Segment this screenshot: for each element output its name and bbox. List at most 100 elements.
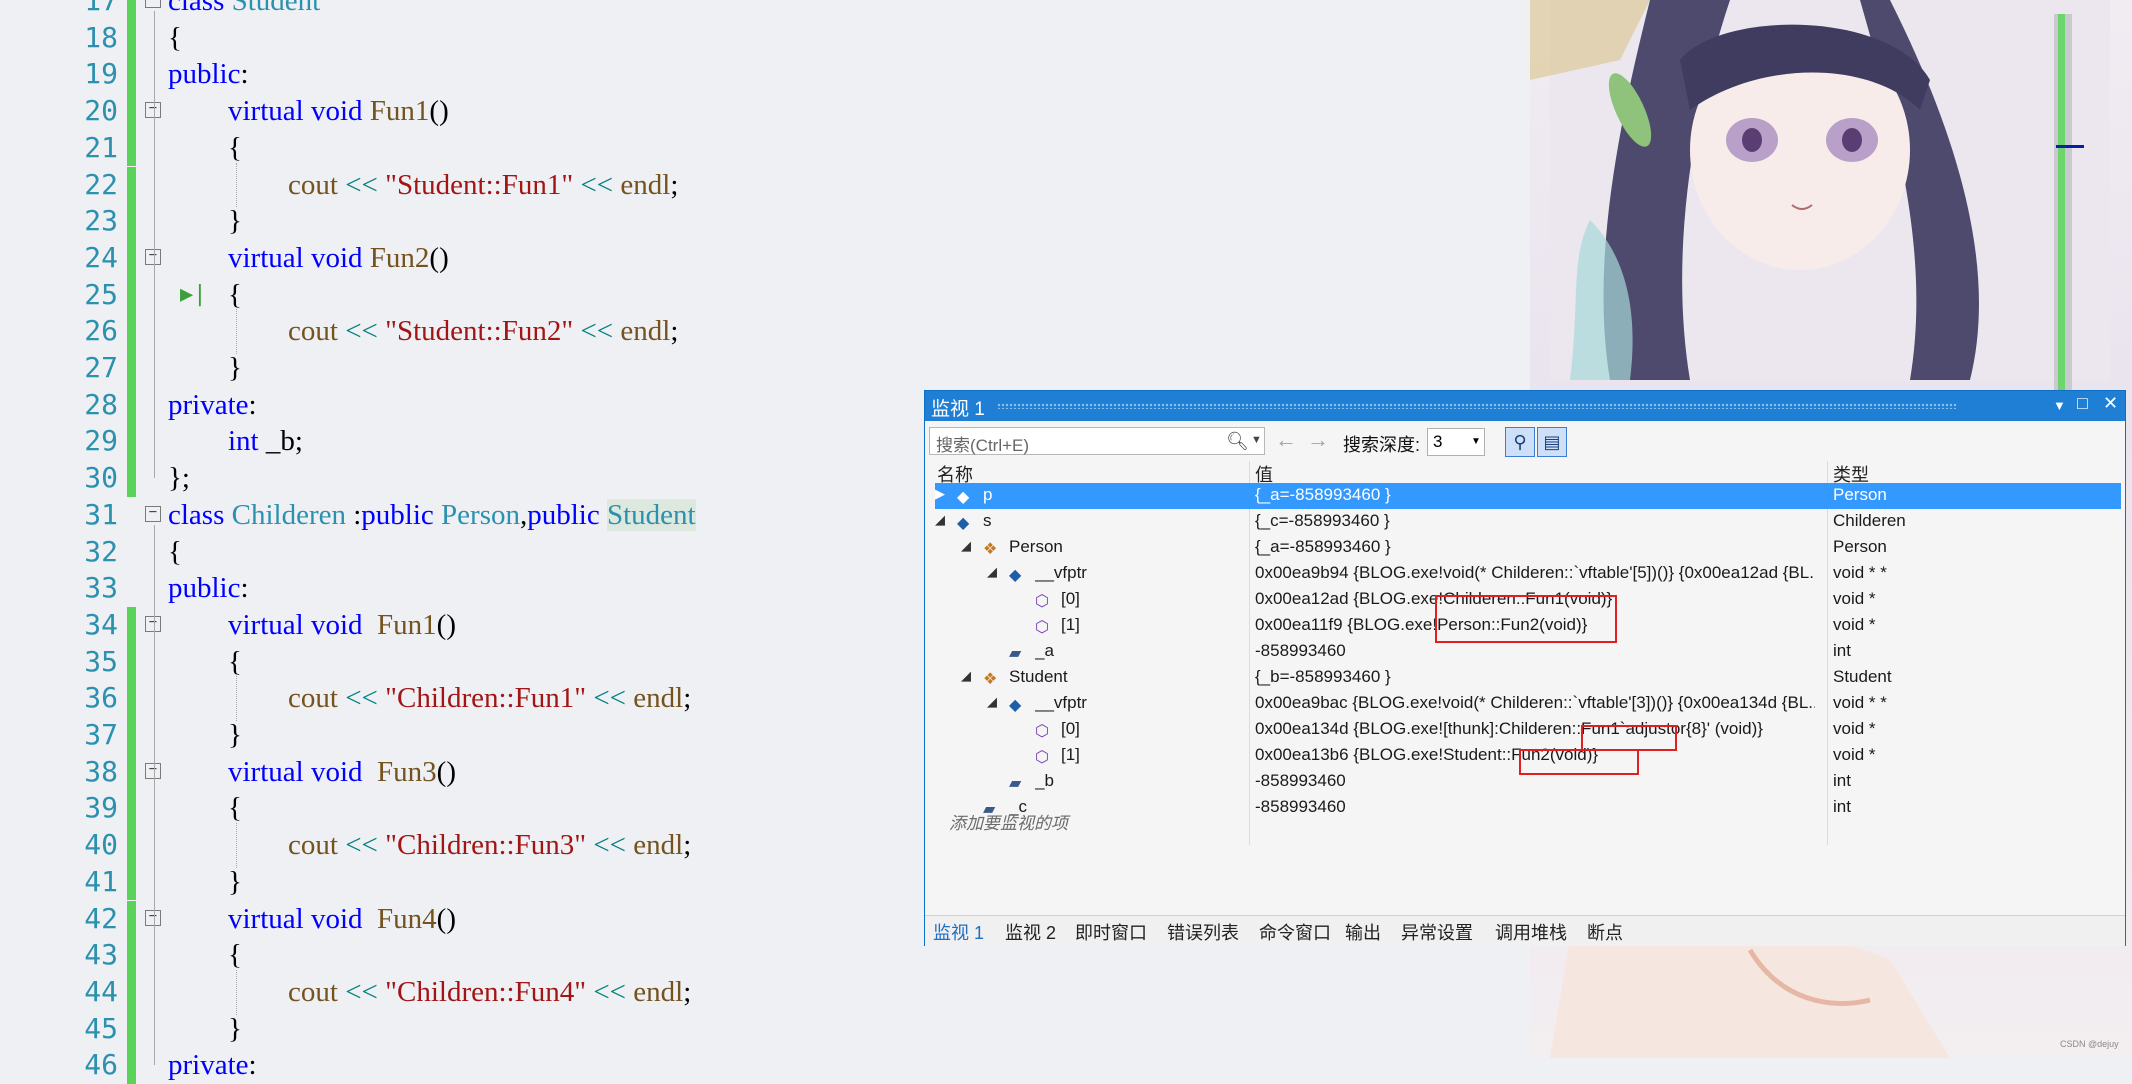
code-line[interactable]: 46 private:	[0, 1047, 1530, 1084]
change-indicator	[127, 350, 136, 387]
code-text: {	[228, 131, 242, 164]
expand-icon[interactable]: ▶	[935, 486, 945, 502]
code-line[interactable]: 17 −class Student	[0, 0, 1530, 20]
annotation-highlight-box	[1581, 725, 1677, 751]
window-position-dropdown-icon[interactable]: ▼	[2053, 398, 2066, 413]
watch-name: [1]	[1061, 745, 1080, 764]
chevron-down-icon: ▼	[1471, 436, 1481, 447]
search-depth-select[interactable]: 3 ▼	[1427, 428, 1485, 456]
collapse-icon[interactable]: −	[145, 505, 161, 522]
tab-item[interactable]: 调用堆栈	[1495, 919, 1567, 945]
watch-value[interactable]: {_c=-858993460 }	[1255, 511, 1815, 531]
vtable-entry-icon: ⬡	[1035, 723, 1049, 740]
column-header-value[interactable]: 值	[1255, 461, 1273, 485]
search-icon[interactable]: 🔍︎	[1226, 431, 1249, 452]
watch-row[interactable]: ▶ ◆ p {_a=-858993460 } Person	[935, 483, 2121, 509]
tab-item[interactable]: 错误列表	[1167, 919, 1239, 945]
watch-row[interactable]: ◢ ◆ __vfptr 0x00ea9bac {BLOG.exe!void(* Chi…	[935, 691, 2121, 717]
change-indicator	[127, 203, 136, 240]
watch-value[interactable]: 0x00ea9b94 {BLOG.exe!void(* Childeren::`…	[1255, 563, 1815, 583]
watch-row[interactable]: ▰ _c -858993460 int	[935, 795, 2121, 821]
watch-value[interactable]: -858993460	[1255, 797, 1815, 817]
line-number: 27	[84, 351, 118, 384]
add-watch-item[interactable]: 添加要监视的项	[949, 809, 1068, 834]
watch-toolbar: 搜索(Ctrl+E) 🔍︎ ▼ ← → 搜索深度: 3 ▼ ⚲ ▤	[925, 423, 2125, 461]
watch-title-bar[interactable]: 监视 1 ▼ □ ✕	[925, 391, 2125, 421]
watch-name: _b	[1035, 771, 1054, 790]
change-indicator	[127, 129, 136, 167]
line-number: 36	[84, 681, 118, 715]
annotation-highlight-box	[1435, 595, 1617, 643]
change-indicator	[127, 313, 136, 350]
collapse-icon[interactable]: ◢	[961, 538, 971, 554]
watch-value[interactable]: -858993460	[1255, 641, 1815, 661]
code-text: virtual void Fun4()	[228, 902, 456, 935]
collapse-icon[interactable]: −	[145, 0, 161, 8]
watch-row[interactable]: ◢ ❖ Person {_a=-858993460 } Person	[935, 535, 2121, 561]
code-line[interactable]: 44 cout << "Children::Fun4" << endl;	[0, 973, 1530, 1011]
watch-value[interactable]: 0x00ea9bac {BLOG.exe!void(* Childeren::`…	[1255, 693, 1815, 713]
tab-item[interactable]: 异常设置	[1401, 919, 1473, 945]
collapse-icon[interactable]: ◢	[987, 694, 997, 710]
collapse-icon[interactable]: −	[145, 762, 161, 779]
code-line[interactable]: 18 {	[0, 19, 1530, 57]
code-line[interactable]: 26 cout << "Student::Fun2" << endl;	[0, 313, 1530, 350]
code-line[interactable]: 45}	[0, 1010, 1530, 1048]
indent-guide	[236, 309, 237, 354]
collapse-icon[interactable]: −	[145, 615, 161, 632]
tab-item[interactable]: 输出	[1345, 919, 1381, 945]
code-line[interactable]: 27}	[0, 350, 1530, 387]
code-line[interactable]: 25 ▶| {	[0, 276, 1530, 314]
change-indicator	[127, 386, 136, 424]
close-icon[interactable]: ✕	[2103, 393, 2118, 414]
watch-row[interactable]: ◢ ❖ Student {_b=-858993460 } Student	[935, 665, 2121, 691]
run-to-cursor-icon[interactable]: ▶|	[180, 282, 207, 307]
change-indicator	[127, 460, 136, 497]
code-line[interactable]: 22 cout << "Student::Fun1" << endl;	[0, 166, 1530, 204]
tab-item[interactable]: 命令窗口	[1259, 919, 1331, 945]
tab-item[interactable]: 即时窗口	[1075, 919, 1147, 945]
tab-item[interactable]: 监视 1	[933, 919, 984, 945]
filter-icon[interactable]: ⚲	[1505, 427, 1535, 457]
column-header-type[interactable]: 类型	[1833, 461, 1869, 485]
tab-item[interactable]: 断点	[1587, 919, 1623, 945]
watch-value[interactable]: {_a=-858993460 }	[1255, 485, 1815, 505]
watch-value[interactable]: {_a=-858993460 }	[1255, 537, 1815, 557]
view-format-icon[interactable]: ▤	[1537, 427, 1567, 457]
watch-window[interactable]: 监视 1 ▼ □ ✕ 搜索(Ctrl+E) 🔍︎ ▼ ← → 搜索深度: 3 ▼…	[924, 390, 2126, 946]
code-line[interactable]: 24 − virtual void Fun2()	[0, 239, 1530, 277]
line-number: 45	[84, 1011, 118, 1045]
code-line[interactable]: 19 public:	[0, 56, 1530, 94]
search-dropdown-icon[interactable]: ▼	[1251, 434, 1262, 446]
search-previous-icon[interactable]: ←	[1275, 427, 1297, 453]
watch-row[interactable]: ◢ ◆ s {_c=-858993460 } Childeren	[935, 509, 2121, 535]
code-text: {	[228, 939, 242, 972]
code-line[interactable]: 23}	[0, 203, 1530, 240]
editor-scrollbar-thumb[interactable]	[2058, 14, 2065, 390]
code-text: int _b;	[228, 425, 303, 458]
search-next-icon[interactable]: →	[1307, 427, 1329, 453]
watch-row[interactable]: ◢ ◆ __vfptr 0x00ea9b94 {BLOG.exe!void(* Chi…	[935, 561, 2121, 587]
watch-name: s	[983, 511, 992, 530]
search-input[interactable]: 搜索(Ctrl+E) 🔍︎ ▼	[929, 427, 1265, 455]
line-number: 31	[84, 497, 118, 531]
collapse-icon[interactable]: −	[145, 101, 161, 119]
tab-item[interactable]: 监视 2	[1005, 919, 1056, 945]
line-number: 32	[84, 534, 118, 568]
code-line[interactable]: 20 − virtual void Fun1()	[0, 93, 1530, 130]
watch-value[interactable]: 0x00ea134d {BLOG.exe![thunk]:Childeren::…	[1255, 719, 1815, 739]
line-number: 39	[84, 791, 118, 825]
collapse-icon[interactable]: ◢	[935, 512, 945, 528]
code-line[interactable]: 21 {	[0, 129, 1530, 167]
watch-value[interactable]: {_b=-858993460 }	[1255, 667, 1815, 687]
collapse-icon[interactable]: ◢	[961, 668, 971, 684]
watch-row[interactable]: ⬡ [0] 0x00ea134d {BLOG.exe![thunk]:Childer…	[935, 717, 2121, 743]
watch-type: void *	[1833, 589, 1876, 608]
column-header-name[interactable]: 名称	[937, 461, 973, 485]
watch-type: Person	[1833, 537, 1887, 556]
collapse-icon[interactable]: −	[145, 909, 161, 926]
maximize-icon[interactable]: □	[2077, 393, 2088, 414]
title-bar-grip[interactable]	[997, 403, 1957, 409]
collapse-icon[interactable]: ◢	[987, 564, 997, 580]
collapse-icon[interactable]: −	[145, 248, 161, 265]
